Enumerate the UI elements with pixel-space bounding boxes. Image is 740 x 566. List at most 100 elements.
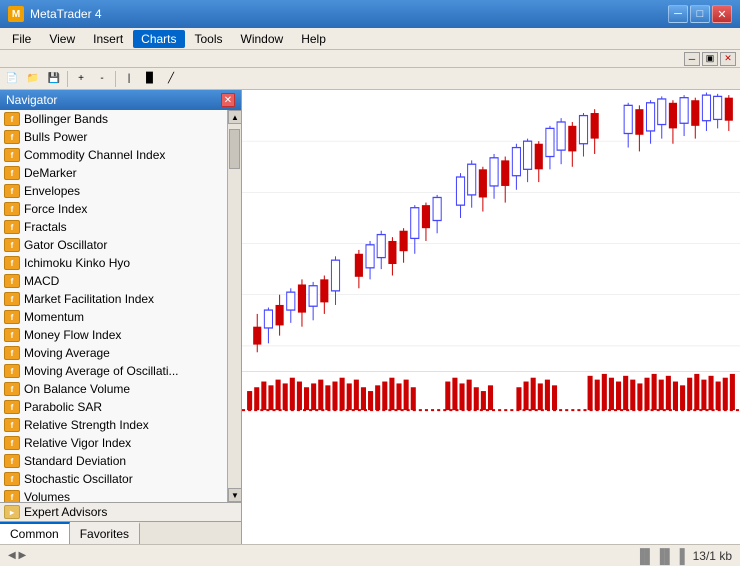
- menu-item-charts[interactable]: Charts: [133, 30, 184, 48]
- app-icon: M: [8, 6, 24, 22]
- indicator-icon: f: [4, 130, 20, 144]
- indicator-label: Ichimoku Kinko Hyo: [24, 256, 130, 270]
- list-item[interactable]: fMarket Facilitation Index: [0, 290, 227, 308]
- close-button[interactable]: ✕: [712, 5, 732, 23]
- list-item[interactable]: fFractals: [0, 218, 227, 236]
- candlestick-area: [242, 90, 740, 371]
- toolbar-btn-bar[interactable]: |: [119, 70, 139, 88]
- indicator-icon: f: [4, 418, 20, 432]
- list-item[interactable]: f DeMarker: [0, 164, 227, 182]
- tab-common[interactable]: Common: [0, 522, 70, 544]
- histogram-chart: [242, 372, 740, 544]
- toolbar-btn-new[interactable]: 📄: [2, 70, 22, 88]
- status-left: ◀ ▶: [8, 550, 26, 561]
- navigator-tabs: Common Favorites: [0, 521, 241, 544]
- toolbar-btn-open[interactable]: 📁: [23, 70, 43, 88]
- indicator-icon: f: [4, 364, 20, 378]
- indicator-label: Force Index: [24, 202, 87, 216]
- chart-info: 13/1 kb: [693, 549, 732, 563]
- menu-item-window[interactable]: Window: [233, 30, 292, 48]
- indicator-label: Relative Vigor Index: [24, 436, 131, 450]
- expert-advisors-folder[interactable]: ▸ Expert Advisors: [0, 503, 241, 521]
- scroll-up-button[interactable]: ▲: [228, 110, 241, 124]
- indicator-label: Envelopes: [24, 184, 80, 198]
- toolbar-btn-zoom-out[interactable]: -: [92, 70, 112, 88]
- indicator-label: Moving Average: [24, 346, 110, 360]
- menu-item-insert[interactable]: Insert: [85, 30, 131, 48]
- menu-item-file[interactable]: File: [4, 30, 39, 48]
- title-bar: M MetaTrader 4 ─ □ ✕: [0, 0, 740, 28]
- menu-item-tools[interactable]: Tools: [187, 30, 231, 48]
- list-item[interactable]: f Relative Strength Index: [0, 416, 227, 434]
- indicator-label: On Balance Volume: [24, 382, 130, 396]
- navigator-list: fBollinger BandsfBulls PowerfCommodity C…: [0, 110, 241, 502]
- indicator-label: Momentum: [24, 310, 84, 324]
- list-item[interactable]: f Moving Average: [0, 344, 227, 362]
- status-scrollbar-indicator: ◀ ▶: [8, 550, 26, 561]
- toolbar-btn-candle[interactable]: ▉: [140, 70, 160, 88]
- chart-canvas[interactable]: [242, 90, 740, 544]
- indicator-label: Moving Average of Oscillati...: [24, 364, 179, 378]
- navigator-close-button[interactable]: ✕: [221, 93, 235, 107]
- list-item[interactable]: f Momentum: [0, 308, 227, 326]
- sub-menu-bar: ─ ▣ ✕: [0, 50, 740, 68]
- candlestick-chart: [242, 90, 740, 371]
- navigator-header: Navigator ✕: [0, 90, 241, 110]
- list-item[interactable]: fOn Balance Volume: [0, 380, 227, 398]
- minimize-button[interactable]: ─: [668, 5, 688, 23]
- indicator-icon: f: [4, 346, 20, 360]
- tab-favorites[interactable]: Favorites: [70, 522, 140, 544]
- navigator-scrollbar: ▲ ▼: [227, 110, 241, 502]
- list-item[interactable]: f Ichimoku Kinko Hyo: [0, 254, 227, 272]
- navigator-panel: Navigator ✕ fBollinger BandsfBulls Power…: [0, 90, 242, 544]
- sub-close-btn[interactable]: ✕: [720, 52, 736, 66]
- indicator-icon: f: [4, 238, 20, 252]
- indicator-label: Commodity Channel Index: [24, 148, 165, 162]
- indicator-icon: f: [4, 454, 20, 468]
- indicator-icon: f: [4, 256, 20, 270]
- toolbar-btn-zoom-in[interactable]: +: [71, 70, 91, 88]
- indicator-icon: f: [4, 166, 20, 180]
- indicator-label: Relative Strength Index: [24, 418, 149, 432]
- indicator-label: Volumes: [24, 490, 70, 502]
- indicator-label: Stochastic Oscillator: [24, 472, 133, 486]
- list-item[interactable]: f Moving Average of Oscillati...: [0, 362, 227, 380]
- list-item[interactable]: fBulls Power: [0, 128, 227, 146]
- list-item[interactable]: fEnvelopes: [0, 182, 227, 200]
- indicator-icon: f: [4, 310, 20, 324]
- title-bar-controls: ─ □ ✕: [668, 5, 732, 23]
- list-item[interactable]: fBollinger Bands: [0, 110, 227, 128]
- indicator-icon: f: [4, 490, 20, 502]
- indicator-icon: f: [4, 202, 20, 216]
- indicator-icon: f: [4, 400, 20, 414]
- main-layout: Navigator ✕ fBollinger BandsfBulls Power…: [0, 90, 740, 544]
- list-item[interactable]: f Force Index: [0, 200, 227, 218]
- menu-item-help[interactable]: Help: [293, 30, 334, 48]
- expert-advisors-label: Expert Advisors: [24, 505, 107, 519]
- list-item[interactable]: f Volumes: [0, 488, 227, 502]
- sub-minimize-btn[interactable]: ─: [684, 52, 700, 66]
- scroll-down-button[interactable]: ▼: [228, 488, 241, 502]
- navigator-title: Navigator: [6, 93, 57, 107]
- maximize-button[interactable]: □: [690, 5, 710, 23]
- toolbar-btn-save[interactable]: 💾: [44, 70, 64, 88]
- scroll-thumb[interactable]: [229, 129, 240, 169]
- list-item[interactable]: fMACD: [0, 272, 227, 290]
- list-item[interactable]: fStochastic Oscillator: [0, 470, 227, 488]
- toolbar-sep-1: [67, 71, 68, 87]
- status-right: ▐▌▐▌▐ 13/1 kb: [635, 548, 732, 564]
- list-item[interactable]: fParabolic SAR: [0, 398, 227, 416]
- toolbar: 📄 📁 💾 + - | ▉ ╱: [0, 68, 740, 90]
- indicator-label: Standard Deviation: [24, 454, 126, 468]
- list-item[interactable]: fCommodity Channel Index: [0, 146, 227, 164]
- sub-restore-btn[interactable]: ▣: [702, 52, 718, 66]
- list-item[interactable]: fMoney Flow Index: [0, 326, 227, 344]
- toolbar-sep-2: [115, 71, 116, 87]
- chart-bars-icon: ▐▌▐▌▐: [635, 548, 685, 564]
- list-item[interactable]: fRelative Vigor Index: [0, 434, 227, 452]
- list-item[interactable]: fGator Oscillator: [0, 236, 227, 254]
- list-item[interactable]: f Standard Deviation: [0, 452, 227, 470]
- toolbar-btn-line[interactable]: ╱: [161, 70, 181, 88]
- menu-item-view[interactable]: View: [41, 30, 83, 48]
- indicator-label: DeMarker: [24, 166, 77, 180]
